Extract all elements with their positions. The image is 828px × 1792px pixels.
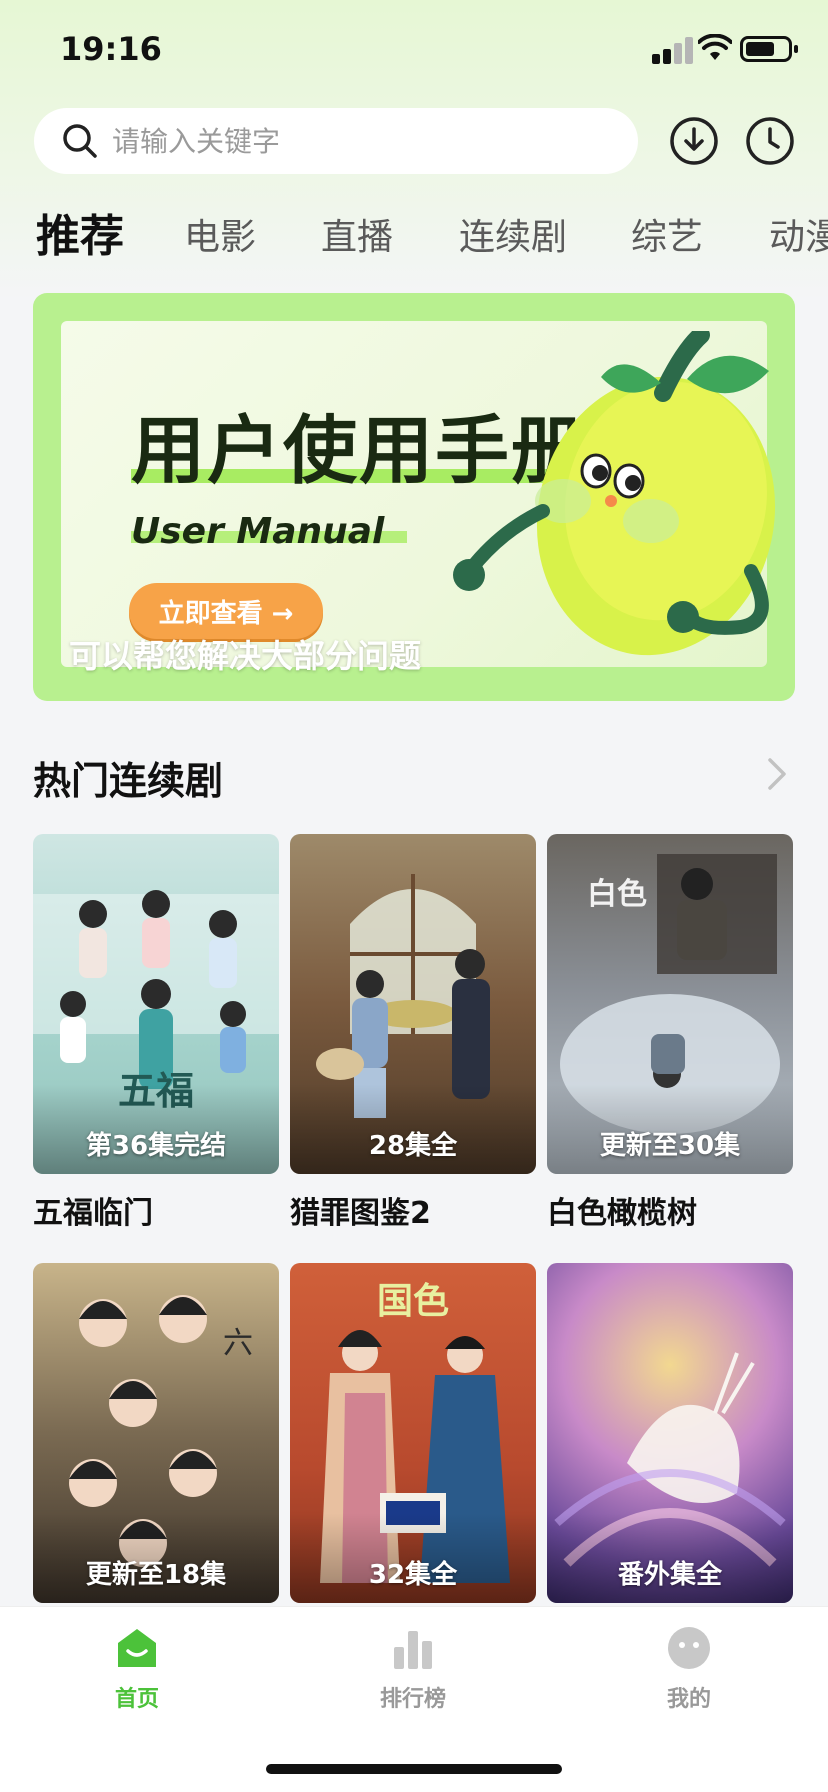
chart-bars-icon	[394, 1631, 432, 1669]
battery-icon	[740, 36, 798, 62]
svg-text:国色: 国色	[377, 1280, 449, 1322]
episode-badge: 更新至30集	[599, 1131, 741, 1161]
svg-text:六: 六	[223, 1326, 253, 1361]
show-poster[interactable]: 白色 更新至30集	[547, 834, 793, 1174]
episode-badge: 更新至18集	[85, 1560, 227, 1590]
banner-card: 用户使用手册 User Manual 立即查看 →	[61, 321, 776, 667]
nav-profile[interactable]: 我的	[619, 1625, 759, 1713]
show-poster[interactable]: 国色 32集全	[290, 1263, 536, 1603]
cellular-signal-icon	[652, 36, 693, 64]
episode-badge: 第36集完结	[85, 1131, 227, 1161]
nav-profile-label: 我的	[666, 1687, 711, 1712]
episode-badge: 28集全	[368, 1131, 458, 1161]
nav-home[interactable]: 首页	[67, 1625, 207, 1713]
tab-movies[interactable]: 电影	[184, 208, 256, 260]
banner-caption: 可以帮您解决大部分问题	[69, 637, 422, 675]
episode-badge: 32集全	[368, 1560, 458, 1590]
user-manual-banner[interactable]: 用户使用手册 User Manual 立即查看 → 可以帮您解决大部分问题	[33, 293, 795, 701]
show-title[interactable]: 白色橄榄树	[547, 1188, 793, 1232]
section-title: 热门连续剧	[33, 759, 224, 803]
episode-badge: 番外集全	[617, 1560, 722, 1590]
show-poster[interactable]: 番外集全	[547, 1263, 793, 1603]
tab-variety[interactable]: 综艺	[631, 208, 703, 260]
banner-subtitle: User Manual	[131, 511, 385, 552]
category-tabs: 推荐 电影 直播 连续剧 综艺 动漫	[0, 200, 828, 270]
status-time: 19:16	[60, 30, 162, 68]
show-poster[interactable]: 六 更新至18集	[33, 1263, 279, 1603]
show-card[interactable]: 六 更新至18集	[33, 1263, 279, 1603]
tab-anime[interactable]: 动漫	[769, 208, 828, 260]
download-icon[interactable]	[669, 116, 719, 166]
history-clock-icon[interactable]	[745, 116, 795, 166]
show-title[interactable]: 猎罪图鉴2	[290, 1188, 536, 1232]
show-title[interactable]: 五福临门	[33, 1188, 279, 1232]
show-poster[interactable]: 28集全	[290, 834, 536, 1174]
nav-home-label: 首页	[114, 1687, 159, 1712]
show-card[interactable]: 五福 第36集完结 五福临门	[33, 834, 279, 1232]
tab-live[interactable]: 直播	[321, 208, 393, 260]
tab-recommend[interactable]: 推荐	[36, 200, 124, 264]
show-card[interactable]: 白色 更新至30集 白色橄榄树	[547, 834, 793, 1232]
nav-ranking-label: 排行榜	[379, 1687, 446, 1712]
show-card[interactable]: 28集全 猎罪图鉴2	[290, 834, 536, 1232]
search-bar[interactable]	[34, 108, 638, 174]
search-input[interactable]	[112, 124, 612, 158]
home-icon	[118, 1629, 156, 1667]
status-bar: 19:16	[0, 0, 828, 100]
tab-series[interactable]: 连续剧	[459, 208, 567, 260]
chevron-right-icon[interactable]	[762, 756, 792, 792]
search-icon	[63, 124, 97, 158]
svg-text:白色: 白色	[587, 877, 647, 912]
nav-ranking[interactable]: 排行榜	[343, 1625, 483, 1713]
lemon-mascot-illustration	[453, 331, 776, 656]
home-indicator	[266, 1764, 562, 1774]
show-poster[interactable]: 五福 第36集完结	[33, 834, 279, 1174]
show-card[interactable]: 番外集全	[547, 1263, 793, 1603]
profile-face-icon	[668, 1627, 710, 1669]
show-card[interactable]: 国色 32集全	[290, 1263, 536, 1603]
wifi-icon	[698, 34, 732, 60]
